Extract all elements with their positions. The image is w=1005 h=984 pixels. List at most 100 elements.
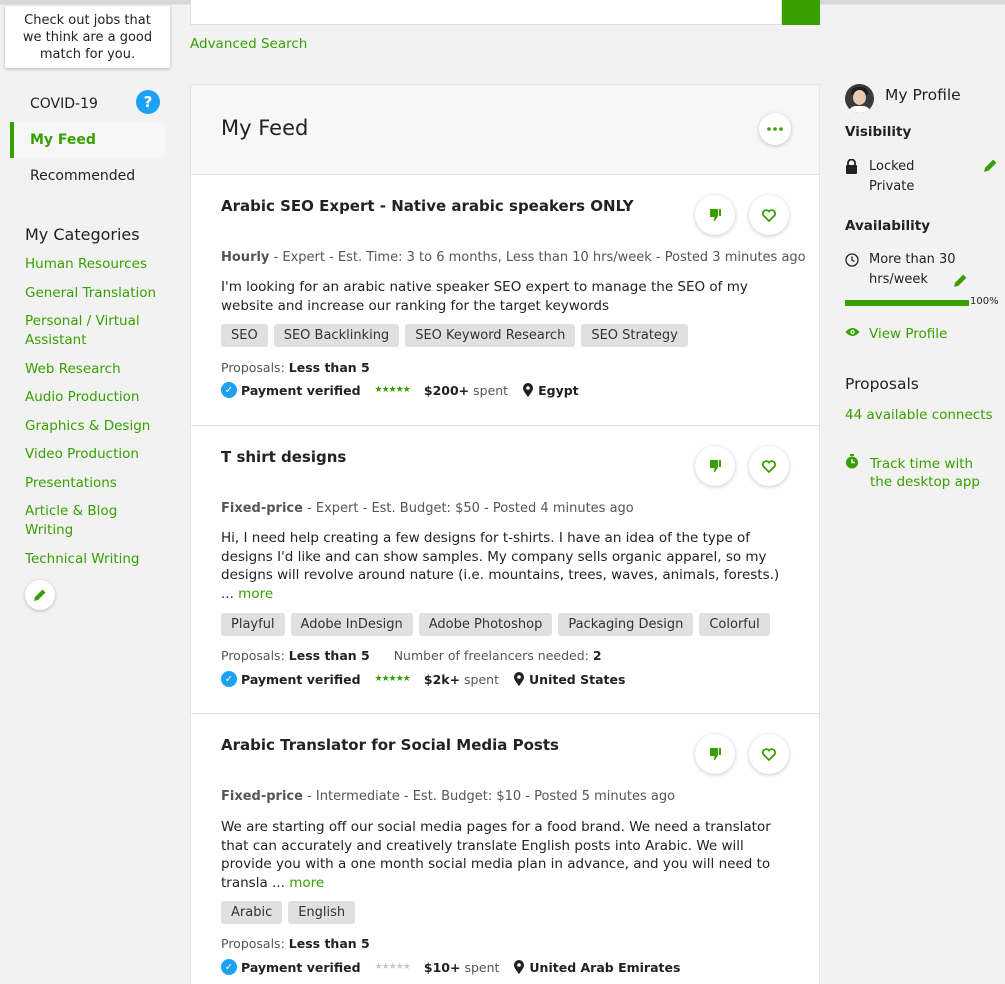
skill-tag[interactable]: Playful [221, 613, 285, 636]
job-title[interactable]: Arabic Translator for Social Media Posts [221, 736, 559, 754]
left-nav: COVID-19 ? My Feed Recommended [10, 86, 165, 194]
nav-item-label: My Feed [30, 132, 96, 148]
pencil-icon [34, 589, 46, 601]
feed-panel: My Feed Arabic SEO Expert - Native arabi… [190, 84, 820, 984]
thumbs-down-icon [710, 748, 721, 760]
connects-link[interactable]: 44 available connects [845, 406, 993, 424]
skill-tag[interactable]: Adobe Photoshop [418, 613, 553, 636]
skill-tag[interactable]: Adobe InDesign [290, 613, 413, 636]
job-meta-text: - Expert - Est. Budget: $50 - Posted 4 m… [302, 501, 634, 516]
client-spent-amount: $2k+ [423, 671, 461, 687]
category-link[interactable]: Human Resources [25, 255, 165, 274]
search-input[interactable] [190, 0, 782, 25]
edit-visibility-pencil-icon[interactable] [983, 158, 998, 173]
view-profile-link[interactable]: View Profile [869, 325, 947, 343]
job-card[interactable]: Arabic SEO Expert - Native arabic speake… [191, 175, 819, 426]
heart-icon [762, 208, 776, 222]
job-meta: Fixed-price - Expert - Est. Budget: $50 … [221, 501, 634, 516]
skill-tag[interactable]: SEO Strategy [581, 324, 688, 347]
visibility-label: Visibility [845, 124, 912, 140]
job-description-text: Hi, I need help creating a few designs f… [221, 530, 780, 602]
job-description-text: I'm looking for an arabic native speaker… [221, 279, 748, 314]
category-link[interactable]: General Translation [25, 284, 165, 303]
client-country: United States [529, 671, 626, 687]
heart-icon [762, 459, 776, 473]
show-more-link[interactable]: more [238, 586, 273, 602]
verified-check-icon: ✓ [221, 671, 237, 687]
category-link[interactable]: Graphics & Design [25, 417, 165, 436]
client-spent-amount: $200+ [423, 382, 470, 398]
nav-item-label: COVID-19 [30, 96, 98, 112]
category-link[interactable]: Web Research [25, 360, 165, 379]
track-time-link-line2[interactable]: the desktop app [870, 473, 980, 491]
job-type: Hourly [221, 250, 270, 265]
client-info: ✓ Payment verified ★★★★★ $200+ spent Egy… [221, 382, 579, 398]
verified-check-icon: ✓ [221, 382, 237, 398]
dislike-button[interactable] [695, 195, 735, 235]
skill-tag[interactable]: Packaging Design [558, 613, 694, 636]
skill-tag[interactable]: SEO Backlinking [273, 324, 400, 347]
save-job-button[interactable] [749, 734, 789, 774]
ellipsis-icon [767, 127, 783, 131]
categories-list: Human Resources General Translation Pers… [25, 255, 165, 578]
rating-stars: ★★★★★ [374, 385, 411, 395]
avatar[interactable] [845, 84, 874, 113]
feed-tooltip: Check out jobs that we think are a good … [5, 6, 170, 68]
skill-tag[interactable]: SEO [221, 324, 268, 347]
category-link[interactable]: Audio Production [25, 388, 165, 407]
job-meta-text: - Expert - Est. Time: 3 to 6 months, Les… [269, 250, 806, 265]
heart-icon [762, 747, 776, 761]
dislike-button[interactable] [695, 446, 735, 486]
edit-categories-button[interactable] [25, 580, 55, 610]
job-title[interactable]: T shirt designs [221, 448, 346, 466]
job-title[interactable]: Arabic SEO Expert - Native arabic speake… [221, 197, 634, 215]
nav-item-recommended[interactable]: Recommended [10, 158, 165, 194]
client-spent-label: spent [473, 382, 509, 398]
category-link[interactable]: Presentations [25, 474, 165, 493]
category-link[interactable]: Technical Writing [25, 550, 165, 569]
category-link[interactable]: Article & Blog Writing [25, 502, 165, 540]
visibility-value: Locked [869, 159, 915, 174]
dislike-button[interactable] [695, 734, 735, 774]
client-country: United Arab Emirates [529, 959, 681, 975]
advanced-search-link[interactable]: Advanced Search [190, 36, 307, 52]
verified-check-icon: ✓ [221, 959, 237, 975]
payment-status: Payment verified [241, 959, 361, 975]
job-meta-text: - Intermediate - Est. Budget: $10 - Post… [302, 789, 676, 804]
availability-value-secondary: hrs/week [869, 272, 928, 287]
proposals-info: Proposals: Less than 5 Number of freelanc… [221, 648, 602, 663]
proposals-value: Less than 5 [288, 360, 370, 375]
category-link[interactable]: Personal / Virtual Assistant [25, 312, 165, 350]
skill-tag[interactable]: SEO Keyword Research [405, 324, 576, 347]
show-more-link[interactable]: more [289, 875, 324, 891]
visibility-value-secondary: Private [869, 179, 915, 194]
payment-status: Payment verified [241, 671, 361, 687]
nav-item-my-feed[interactable]: My Feed [10, 122, 165, 158]
job-card[interactable]: Arabic Translator for Social Media Posts… [191, 714, 819, 984]
thumbs-down-icon [710, 460, 721, 472]
proposals-info: Proposals: Less than 5 [221, 936, 370, 951]
skill-tag[interactable]: Arabic [221, 901, 283, 924]
proposals-value: Less than 5 [288, 936, 370, 951]
job-card[interactable]: T shirt designs Fixed-price - Expert - E… [191, 426, 819, 714]
proposals-info: Proposals: Less than 5 [221, 360, 370, 375]
feed-header: My Feed [191, 85, 819, 175]
edit-availability-pencil-icon[interactable] [953, 273, 968, 288]
category-link[interactable]: Video Production [25, 445, 165, 464]
availability-label: Availability [845, 218, 931, 234]
nav-item-label: Recommended [30, 168, 136, 184]
proposals-value: Less than 5 [288, 648, 370, 663]
job-meta: Fixed-price - Intermediate - Est. Budget… [221, 789, 675, 804]
skill-tag[interactable]: English [288, 901, 356, 924]
feed-options-button[interactable] [759, 113, 791, 145]
save-job-button[interactable] [749, 195, 789, 235]
save-job-button[interactable] [749, 446, 789, 486]
profile-title[interactable]: My Profile [885, 86, 961, 104]
nav-item-covid[interactable]: COVID-19 ? [10, 86, 165, 122]
client-info: ✓ Payment verified ★★★★★ $10+ spent Unit… [221, 959, 680, 975]
track-time-link[interactable]: Track time with [870, 455, 973, 473]
search-button[interactable] [782, 0, 820, 25]
job-type: Fixed-price [221, 501, 303, 516]
help-icon[interactable]: ? [136, 90, 160, 114]
skill-tag[interactable]: Colorful [699, 613, 770, 636]
